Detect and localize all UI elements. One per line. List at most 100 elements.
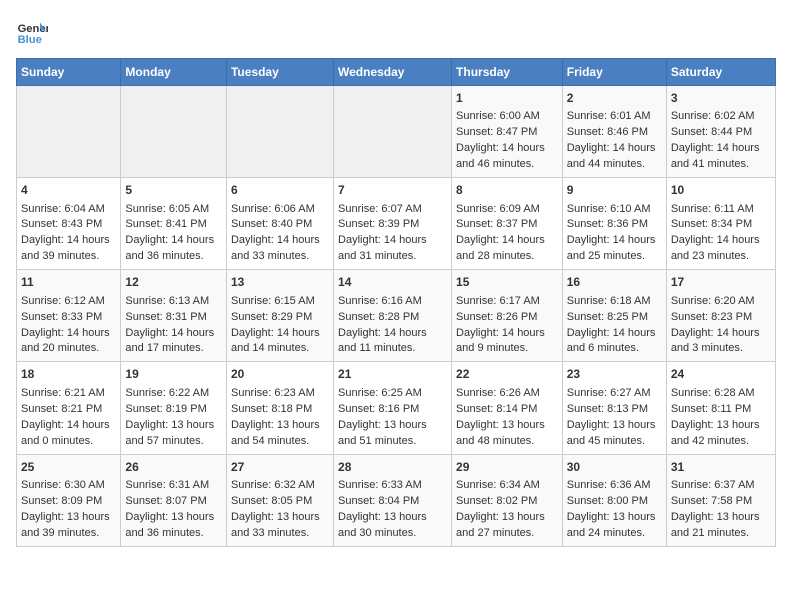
- week-row-5: 25Sunrise: 6:30 AMSunset: 8:09 PMDayligh…: [17, 454, 776, 546]
- day-info: Sunrise: 6:02 AM: [671, 109, 771, 125]
- day-info: Sunrise: 6:05 AM: [125, 202, 222, 218]
- day-cell: 6Sunrise: 6:06 AMSunset: 8:40 PMDaylight…: [226, 178, 333, 270]
- day-info: Daylight: 14 hours and 17 minutes.: [125, 326, 222, 358]
- day-number: 17: [671, 274, 771, 291]
- day-info: Sunset: 8:36 PM: [567, 217, 662, 233]
- day-number: 26: [125, 459, 222, 476]
- day-cell: 16Sunrise: 6:18 AMSunset: 8:25 PMDayligh…: [562, 270, 666, 362]
- day-info: Sunrise: 6:00 AM: [456, 109, 558, 125]
- day-info: Daylight: 13 hours and 39 minutes.: [21, 510, 116, 542]
- day-info: Sunset: 8:19 PM: [125, 402, 222, 418]
- day-info: Sunrise: 6:36 AM: [567, 478, 662, 494]
- day-info: Sunrise: 6:11 AM: [671, 202, 771, 218]
- day-info: Daylight: 14 hours and 14 minutes.: [231, 326, 329, 358]
- day-number: 2: [567, 90, 662, 107]
- day-info: Daylight: 14 hours and 31 minutes.: [338, 233, 447, 265]
- calendar-header: SundayMondayTuesdayWednesdayThursdayFrid…: [17, 59, 776, 86]
- day-info: Daylight: 14 hours and 41 minutes.: [671, 141, 771, 173]
- day-info: Daylight: 14 hours and 20 minutes.: [21, 326, 116, 358]
- day-info: Daylight: 13 hours and 54 minutes.: [231, 418, 329, 450]
- day-info: Sunrise: 6:06 AM: [231, 202, 329, 218]
- day-info: Sunrise: 6:31 AM: [125, 478, 222, 494]
- week-row-2: 4Sunrise: 6:04 AMSunset: 8:43 PMDaylight…: [17, 178, 776, 270]
- day-number: 18: [21, 366, 116, 383]
- day-cell: 14Sunrise: 6:16 AMSunset: 8:28 PMDayligh…: [334, 270, 452, 362]
- day-info: Sunset: 8:23 PM: [671, 310, 771, 326]
- day-info: Sunrise: 6:33 AM: [338, 478, 447, 494]
- header: General Blue: [16, 16, 776, 48]
- day-number: 9: [567, 182, 662, 199]
- day-info: Daylight: 14 hours and 23 minutes.: [671, 233, 771, 265]
- day-cell: [121, 86, 227, 178]
- day-info: Sunrise: 6:23 AM: [231, 386, 329, 402]
- header-cell-wednesday: Wednesday: [334, 59, 452, 86]
- day-info: Daylight: 13 hours and 48 minutes.: [456, 418, 558, 450]
- day-info: Sunset: 8:34 PM: [671, 217, 771, 233]
- day-number: 27: [231, 459, 329, 476]
- day-number: 25: [21, 459, 116, 476]
- day-info: Sunset: 8:04 PM: [338, 494, 447, 510]
- day-info: Sunrise: 6:27 AM: [567, 386, 662, 402]
- day-number: 3: [671, 90, 771, 107]
- day-info: Daylight: 14 hours and 28 minutes.: [456, 233, 558, 265]
- day-cell: 30Sunrise: 6:36 AMSunset: 8:00 PMDayligh…: [562, 454, 666, 546]
- day-info: Daylight: 13 hours and 30 minutes.: [338, 510, 447, 542]
- day-cell: 4Sunrise: 6:04 AMSunset: 8:43 PMDaylight…: [17, 178, 121, 270]
- day-info: Sunset: 8:07 PM: [125, 494, 222, 510]
- day-cell: 19Sunrise: 6:22 AMSunset: 8:19 PMDayligh…: [121, 362, 227, 454]
- day-info: Sunset: 8:41 PM: [125, 217, 222, 233]
- day-cell: 11Sunrise: 6:12 AMSunset: 8:33 PMDayligh…: [17, 270, 121, 362]
- day-info: Sunrise: 6:28 AM: [671, 386, 771, 402]
- day-info: Daylight: 13 hours and 42 minutes.: [671, 418, 771, 450]
- day-cell: 9Sunrise: 6:10 AMSunset: 8:36 PMDaylight…: [562, 178, 666, 270]
- day-number: 6: [231, 182, 329, 199]
- day-number: 11: [21, 274, 116, 291]
- day-number: 13: [231, 274, 329, 291]
- day-cell: 1Sunrise: 6:00 AMSunset: 8:47 PMDaylight…: [452, 86, 563, 178]
- day-info: Sunset: 8:21 PM: [21, 402, 116, 418]
- day-info: Sunset: 8:14 PM: [456, 402, 558, 418]
- day-cell: 7Sunrise: 6:07 AMSunset: 8:39 PMDaylight…: [334, 178, 452, 270]
- day-cell: 10Sunrise: 6:11 AMSunset: 8:34 PMDayligh…: [666, 178, 775, 270]
- day-cell: 5Sunrise: 6:05 AMSunset: 8:41 PMDaylight…: [121, 178, 227, 270]
- day-number: 23: [567, 366, 662, 383]
- day-info: Sunset: 8:40 PM: [231, 217, 329, 233]
- day-number: 24: [671, 366, 771, 383]
- day-info: Sunset: 8:33 PM: [21, 310, 116, 326]
- day-info: Sunset: 8:26 PM: [456, 310, 558, 326]
- day-info: Daylight: 14 hours and 25 minutes.: [567, 233, 662, 265]
- header-cell-friday: Friday: [562, 59, 666, 86]
- day-info: Sunset: 7:58 PM: [671, 494, 771, 510]
- day-info: Sunset: 8:28 PM: [338, 310, 447, 326]
- day-info: Sunrise: 6:30 AM: [21, 478, 116, 494]
- day-number: 1: [456, 90, 558, 107]
- day-cell: 22Sunrise: 6:26 AMSunset: 8:14 PMDayligh…: [452, 362, 563, 454]
- day-info: Daylight: 13 hours and 36 minutes.: [125, 510, 222, 542]
- day-info: Sunset: 8:18 PM: [231, 402, 329, 418]
- day-info: Daylight: 13 hours and 57 minutes.: [125, 418, 222, 450]
- day-info: Daylight: 14 hours and 0 minutes.: [21, 418, 116, 450]
- day-info: Sunset: 8:11 PM: [671, 402, 771, 418]
- day-cell: 18 Sunrise: 6:21 AMSunset: 8:21 PMDayligh…: [17, 362, 121, 454]
- day-info: Daylight: 14 hours and 46 minutes.: [456, 141, 558, 173]
- day-info: Daylight: 14 hours and 44 minutes.: [567, 141, 662, 173]
- day-info: Sunset: 8:43 PM: [21, 217, 116, 233]
- day-number: 14: [338, 274, 447, 291]
- day-info: Daylight: 13 hours and 33 minutes.: [231, 510, 329, 542]
- day-number: 15: [456, 274, 558, 291]
- day-info: Sunrise: 6:32 AM: [231, 478, 329, 494]
- week-row-4: 18Sunrise: 6:21 AMSunset: 8:21 PMDayligh…: [17, 362, 776, 454]
- calendar-table: SundayMondayTuesdayWednesdayThursdayFrid…: [16, 58, 776, 547]
- day-info: Sunrise: 6:15 AM: [231, 294, 329, 310]
- day-number: 19: [125, 366, 222, 383]
- day-info: Daylight: 13 hours and 27 minutes.: [456, 510, 558, 542]
- day-info: Daylight: 13 hours and 51 minutes.: [338, 418, 447, 450]
- day-info: Sunrise: 6:34 AM: [456, 478, 558, 494]
- calendar-body: 1Sunrise: 6:00 AMSunset: 8:47 PMDaylight…: [17, 86, 776, 547]
- day-cell: 2Sunrise: 6:01 AMSunset: 8:46 PMDaylight…: [562, 86, 666, 178]
- day-info: Daylight: 14 hours and 39 minutes.: [21, 233, 116, 265]
- day-info: Sunrise: 6:21 AM: [21, 386, 116, 402]
- day-number: 5: [125, 182, 222, 199]
- day-info: Sunrise: 6:18 AM: [567, 294, 662, 310]
- day-number: 29: [456, 459, 558, 476]
